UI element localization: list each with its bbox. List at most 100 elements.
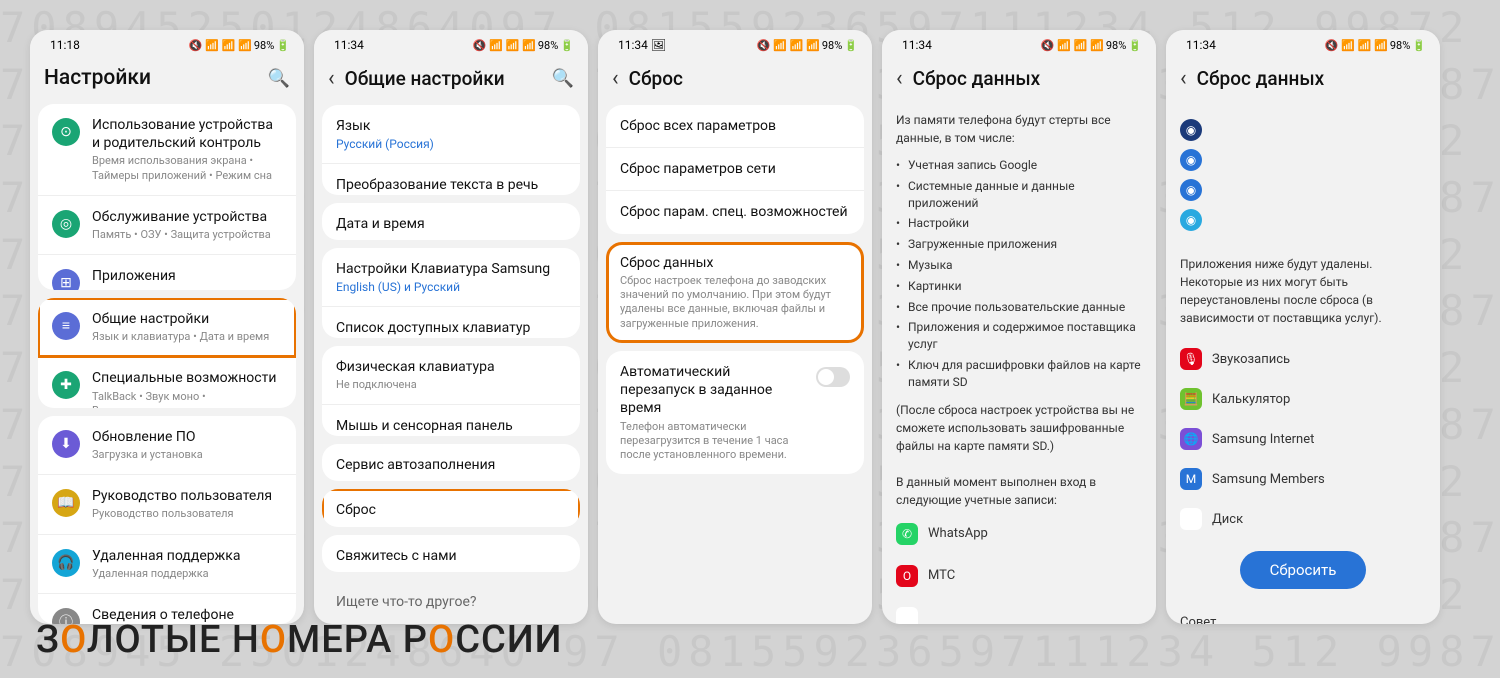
account-icon: ◉ (1180, 209, 1202, 231)
status-icons: 🔇 📶 📶 📶 98%🔋 (757, 39, 858, 52)
search-icon[interactable]: 🔍 (552, 68, 574, 89)
status-bar: 11:18 🔇 📶 📶 📶 98%🔋 (30, 30, 304, 56)
list-item: Системные данные и данные приложений (896, 176, 1142, 214)
status-icons: 🔇 📶 📶 📶 98%🔋 (1041, 39, 1142, 52)
item-title: Использование устройства и родительский … (92, 116, 282, 152)
item-icon: ⊞ (52, 269, 80, 290)
settings-item[interactable]: Сервис автозаполнения (322, 444, 580, 481)
status-icons: 🔇 📶 📶 📶 98%🔋 (473, 39, 574, 52)
app-icon: 🌐 (1180, 428, 1202, 450)
reset-button[interactable]: Сбросить (1240, 551, 1367, 589)
item-title: Свяжитесь с нами (336, 547, 566, 565)
header: Настройки 🔍 (30, 56, 304, 104)
settings-item[interactable]: ✚ Специальные возможности TalkBack • Зву… (38, 357, 296, 407)
item-title: Сброс данных (620, 254, 850, 272)
status-bar: 11:34 🖼 🔇 📶 📶 📶 98%🔋 (598, 30, 872, 56)
app-label: Диск (1212, 512, 1243, 527)
status-time: 11:34 (1186, 38, 1216, 52)
settings-item[interactable]: Дата и время (322, 203, 580, 240)
list-item: Картинки (896, 276, 1142, 297)
account-row: ✆WhatsApp (882, 517, 1156, 551)
item-title: Обслуживание устройства (92, 208, 282, 226)
account-icon: ◉ (1180, 149, 1202, 171)
header: ‹ Сброс данных (1166, 56, 1440, 105)
item-icon: 📖 (52, 489, 80, 517)
erase-list: Учетная запись GoogleСистемные данные и … (882, 155, 1156, 393)
toggle-switch[interactable] (816, 367, 850, 387)
settings-item[interactable]: Настройки Клавиатура Samsung English (US)… (322, 248, 580, 307)
settings-item[interactable]: ◎ Обслуживание устройства Память • ОЗУ •… (38, 196, 296, 255)
list-item: Ключ для расшифровки файлов на карте пам… (896, 355, 1142, 393)
settings-item[interactable]: Список доступных клавиатур (322, 307, 580, 338)
page-title: Сброс (629, 67, 858, 90)
settings-item[interactable]: ЯзыкРусский (Россия) (322, 105, 580, 164)
item-value: English (US) и Русский (336, 280, 566, 294)
status-time: 11:34 (902, 38, 932, 52)
status-time: 11:34 (334, 38, 364, 52)
sd-note: (После сброса настроек устройства вы не … (882, 401, 1156, 455)
app-row: 🧮Калькулятор (1166, 383, 1440, 415)
item-sub: Руководство пользователя (92, 507, 282, 521)
item-sub: Язык и клавиатура • Дата и время (92, 330, 282, 344)
settings-item[interactable]: ≡ Общие настройки Язык и клавиатура • Да… (38, 298, 296, 357)
reset-item[interactable]: Сброс данныхСброс настроек телефона до з… (606, 242, 864, 343)
item-title: Общие настройки (92, 310, 282, 328)
status-time: 11:34 🖼 (618, 38, 666, 52)
watermark: ЗОЛОТЫЕ НОМЕРА РОССИИ (36, 618, 563, 662)
item-sub: Приложения по умолчанию • Настройки прил… (92, 288, 282, 290)
item-icon: ⬇ (52, 430, 80, 458)
app-row: 🎙Звукозапись (1166, 343, 1440, 375)
back-icon[interactable]: ‹ (328, 66, 335, 91)
account-icon: ◉ (1180, 119, 1202, 141)
search-icon[interactable]: 🔍 (268, 68, 290, 89)
status-bar: 11:34 🔇 📶 📶 📶 98%🔋 (1166, 30, 1440, 56)
settings-item[interactable]: Физическая клавиатураНе подключена (322, 346, 580, 405)
app-icon: M (1180, 468, 1202, 490)
back-icon[interactable]: ‹ (1180, 66, 1187, 91)
reset-item[interactable]: Автоматический перезапуск в заданное вре… (606, 351, 864, 474)
header: ‹ Сброс (598, 56, 872, 105)
item-title: Сброс (336, 501, 566, 519)
screen-3: 11:34 🖼 🔇 📶 📶 📶 98%🔋 ‹ Сброс Сброс всех … (598, 30, 872, 624)
settings-item[interactable]: ⊙ Использование устройства и родительски… (38, 104, 296, 196)
item-title: Мышь и сенсорная панель (336, 417, 566, 435)
settings-item[interactable]: Преобразование текста в речь (322, 164, 580, 195)
reset-item[interactable]: Сброс параметров сети (606, 148, 864, 191)
reset-item[interactable]: Сброс парам. спец. возможностей (606, 191, 864, 233)
settings-item[interactable]: Мышь и сенсорная панель (322, 405, 580, 436)
item-title: Обновление ПО (92, 428, 282, 446)
item-title: Автоматический перезапуск в заданное вре… (620, 363, 808, 418)
settings-item[interactable]: ⊞ Приложения Приложения по умолчанию • Н… (38, 255, 296, 290)
page-title: Сброс данных (913, 67, 1142, 90)
back-icon[interactable]: ‹ (896, 66, 903, 91)
intro-text: Из памяти телефона будут стерты все данн… (882, 111, 1156, 147)
list-item: Все прочие пользовательские данные (896, 297, 1142, 318)
screen-2: 11:34 🔇 📶 📶 📶 98%🔋 ‹ Общие настройки 🔍 Я… (314, 30, 588, 624)
account-icon: O (896, 565, 918, 587)
item-title: Специальные возможности (92, 369, 282, 387)
list-item: Музыка (896, 255, 1142, 276)
settings-item[interactable]: ⬇ Обновление ПО Загрузка и установка (38, 416, 296, 475)
page-title: Общие настройки (345, 67, 542, 90)
account-icon: ◉ (1180, 179, 1202, 201)
settings-item[interactable]: Свяжитесь с нами (322, 535, 580, 572)
item-title: Преобразование текста в речь (336, 176, 566, 194)
back-icon[interactable]: ‹ (612, 66, 619, 91)
reset-item[interactable]: Сброс всех параметров (606, 105, 864, 148)
app-label: Калькулятор (1212, 392, 1290, 407)
item-title: Настройки Клавиатура Samsung (336, 260, 566, 278)
settings-item[interactable]: Сброс (322, 489, 580, 526)
account-icon: G (896, 607, 918, 624)
app-row: MSamsung Members (1166, 463, 1440, 495)
settings-item[interactable]: 📖 Руководство пользователя Руководство п… (38, 475, 296, 534)
status-bar: 11:34 🔇 📶 📶 📶 98%🔋 (314, 30, 588, 56)
header: ‹ Общие настройки 🔍 (314, 56, 588, 105)
app-label: Звукозапись (1212, 352, 1290, 367)
item-title: Дата и время (336, 215, 566, 233)
tip-title: Совет (1180, 615, 1426, 624)
settings-item[interactable]: 🎧 Удаленная поддержка Удаленная поддержк… (38, 535, 296, 594)
list-item: Настройки (896, 213, 1142, 234)
item-icon: ◎ (52, 210, 80, 238)
app-row: ▲Диск (1166, 503, 1440, 535)
item-icon: ✚ (52, 371, 80, 399)
